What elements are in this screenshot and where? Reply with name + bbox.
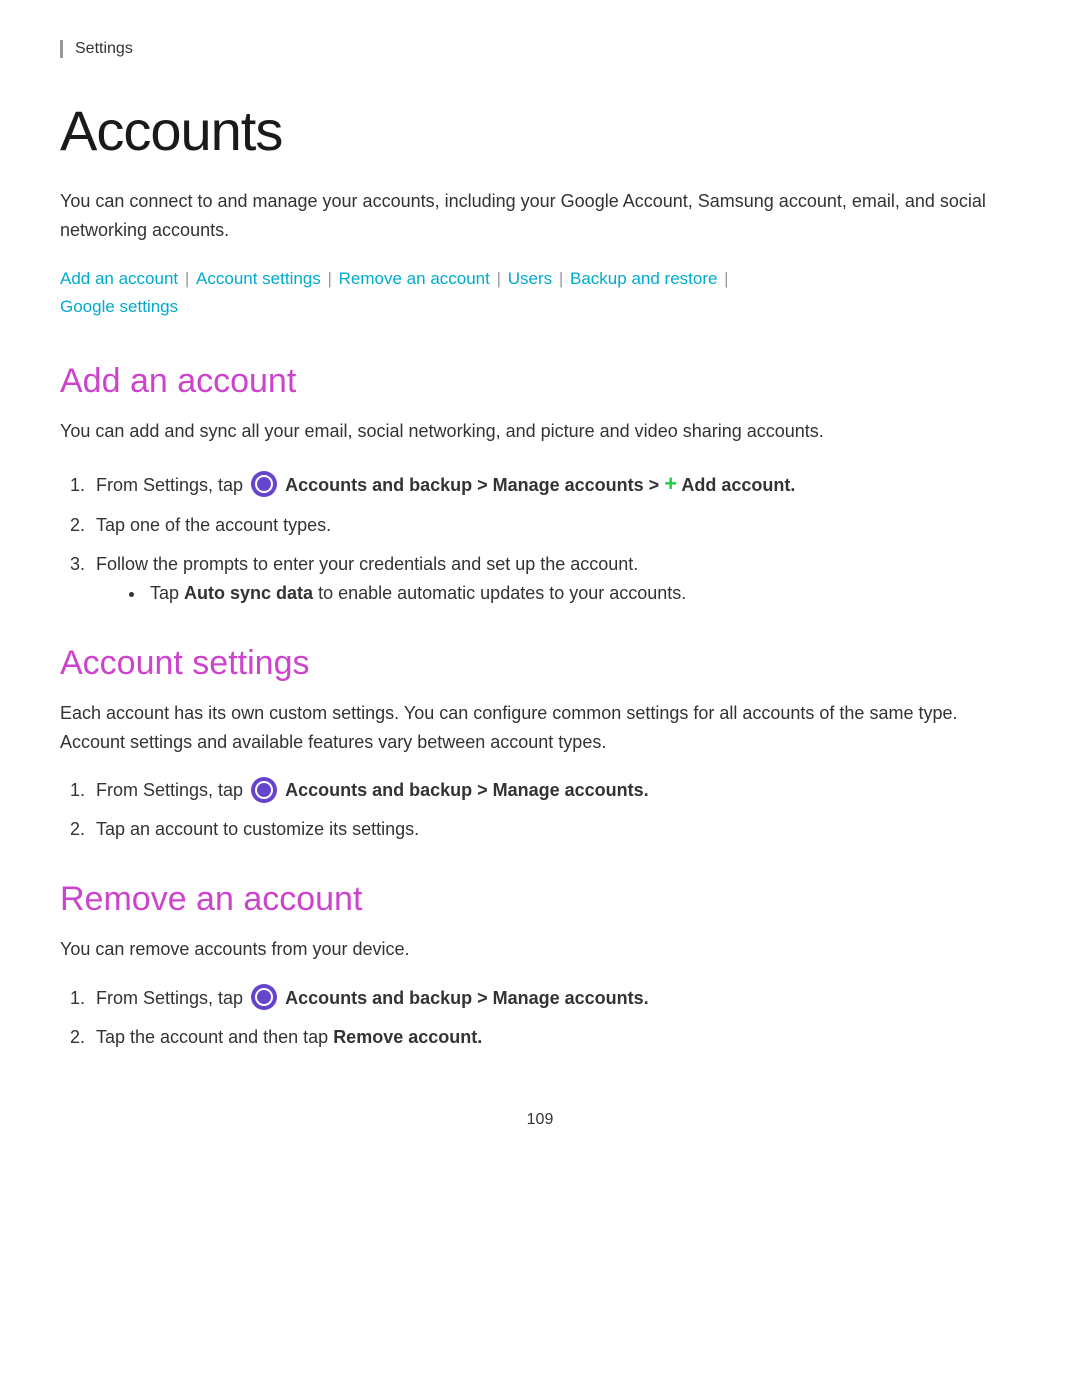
section-account-settings: Account settings Each account has its ow… [60,644,1020,844]
section-title-remove-account: Remove an account [60,880,1020,919]
nav-links: Add an account | Account settings | Remo… [60,265,1020,323]
add-account-steps: From Settings, tap Accounts and backup >… [90,466,1020,608]
remove-account-step-2: Tap the account and then tap Remove acco… [90,1023,1020,1052]
add-account-step-2: Tap one of the account types. [90,511,1020,540]
step2-text-before: Tap the account and then tap [96,1027,333,1047]
section-title-account-settings: Account settings [60,644,1020,683]
step1-bold-text: Accounts and backup > Manage accounts. [285,780,649,800]
nav-separator-5: | [719,269,728,288]
step1-bold-text: Accounts and backup > Manage accounts. [285,988,649,1008]
nav-separator-1: | [180,269,194,288]
nav-link-remove-account[interactable]: Remove an account [339,269,490,288]
step3-bullets: Tap Auto sync data to enable automatic u… [146,579,1020,608]
page-title: Accounts [60,98,1020,163]
nav-link-add-account[interactable]: Add an account [60,269,178,288]
section-intro-remove-account: You can remove accounts from your device… [60,935,1020,964]
step1-add-account: Add account. [677,475,795,495]
step3-bullet-1: Tap Auto sync data to enable automatic u… [146,579,1020,608]
remove-account-step-1: From Settings, tap Accounts and backup >… [90,984,1020,1013]
nav-link-users[interactable]: Users [508,269,552,288]
step1-text-before: From Settings, tap [96,475,248,495]
account-settings-step-2: Tap an account to customize its settings… [90,815,1020,844]
add-account-step-1: From Settings, tap Accounts and backup >… [90,466,1020,501]
step2-bold: Remove account. [333,1027,482,1047]
nav-link-account-settings[interactable]: Account settings [196,269,321,288]
section-remove-account: Remove an account You can remove account… [60,880,1020,1051]
settings-icon-3 [251,984,277,1010]
section-title-add-account: Add an account [60,362,1020,401]
account-settings-step-1: From Settings, tap Accounts and backup >… [90,776,1020,805]
nav-separator-4: | [554,269,568,288]
settings-icon-1 [251,471,277,497]
nav-link-backup-restore[interactable]: Backup and restore [570,269,717,288]
add-account-step-3: Follow the prompts to enter your credent… [90,550,1020,608]
step1-bold-text: Accounts and backup > Manage accounts > [285,475,664,495]
nav-separator-3: | [492,269,506,288]
breadcrumb: Settings [60,40,1020,58]
step1-text-before: From Settings, tap [96,780,248,800]
nav-separator-2: | [323,269,337,288]
remove-account-steps: From Settings, tap Accounts and backup >… [90,984,1020,1052]
plus-icon: + [664,471,677,496]
section-intro-add-account: You can add and sync all your email, soc… [60,417,1020,446]
step1-text-before: From Settings, tap [96,988,248,1008]
section-intro-account-settings: Each account has its own custom settings… [60,699,1020,757]
section-add-account: Add an account You can add and sync all … [60,362,1020,607]
nav-link-google-settings[interactable]: Google settings [60,297,178,316]
account-settings-steps: From Settings, tap Accounts and backup >… [90,776,1020,844]
settings-icon-2 [251,777,277,803]
step3-text: Follow the prompts to enter your credent… [96,554,638,574]
intro-text: You can connect to and manage your accou… [60,187,1020,245]
page-number: 109 [60,1111,1020,1129]
